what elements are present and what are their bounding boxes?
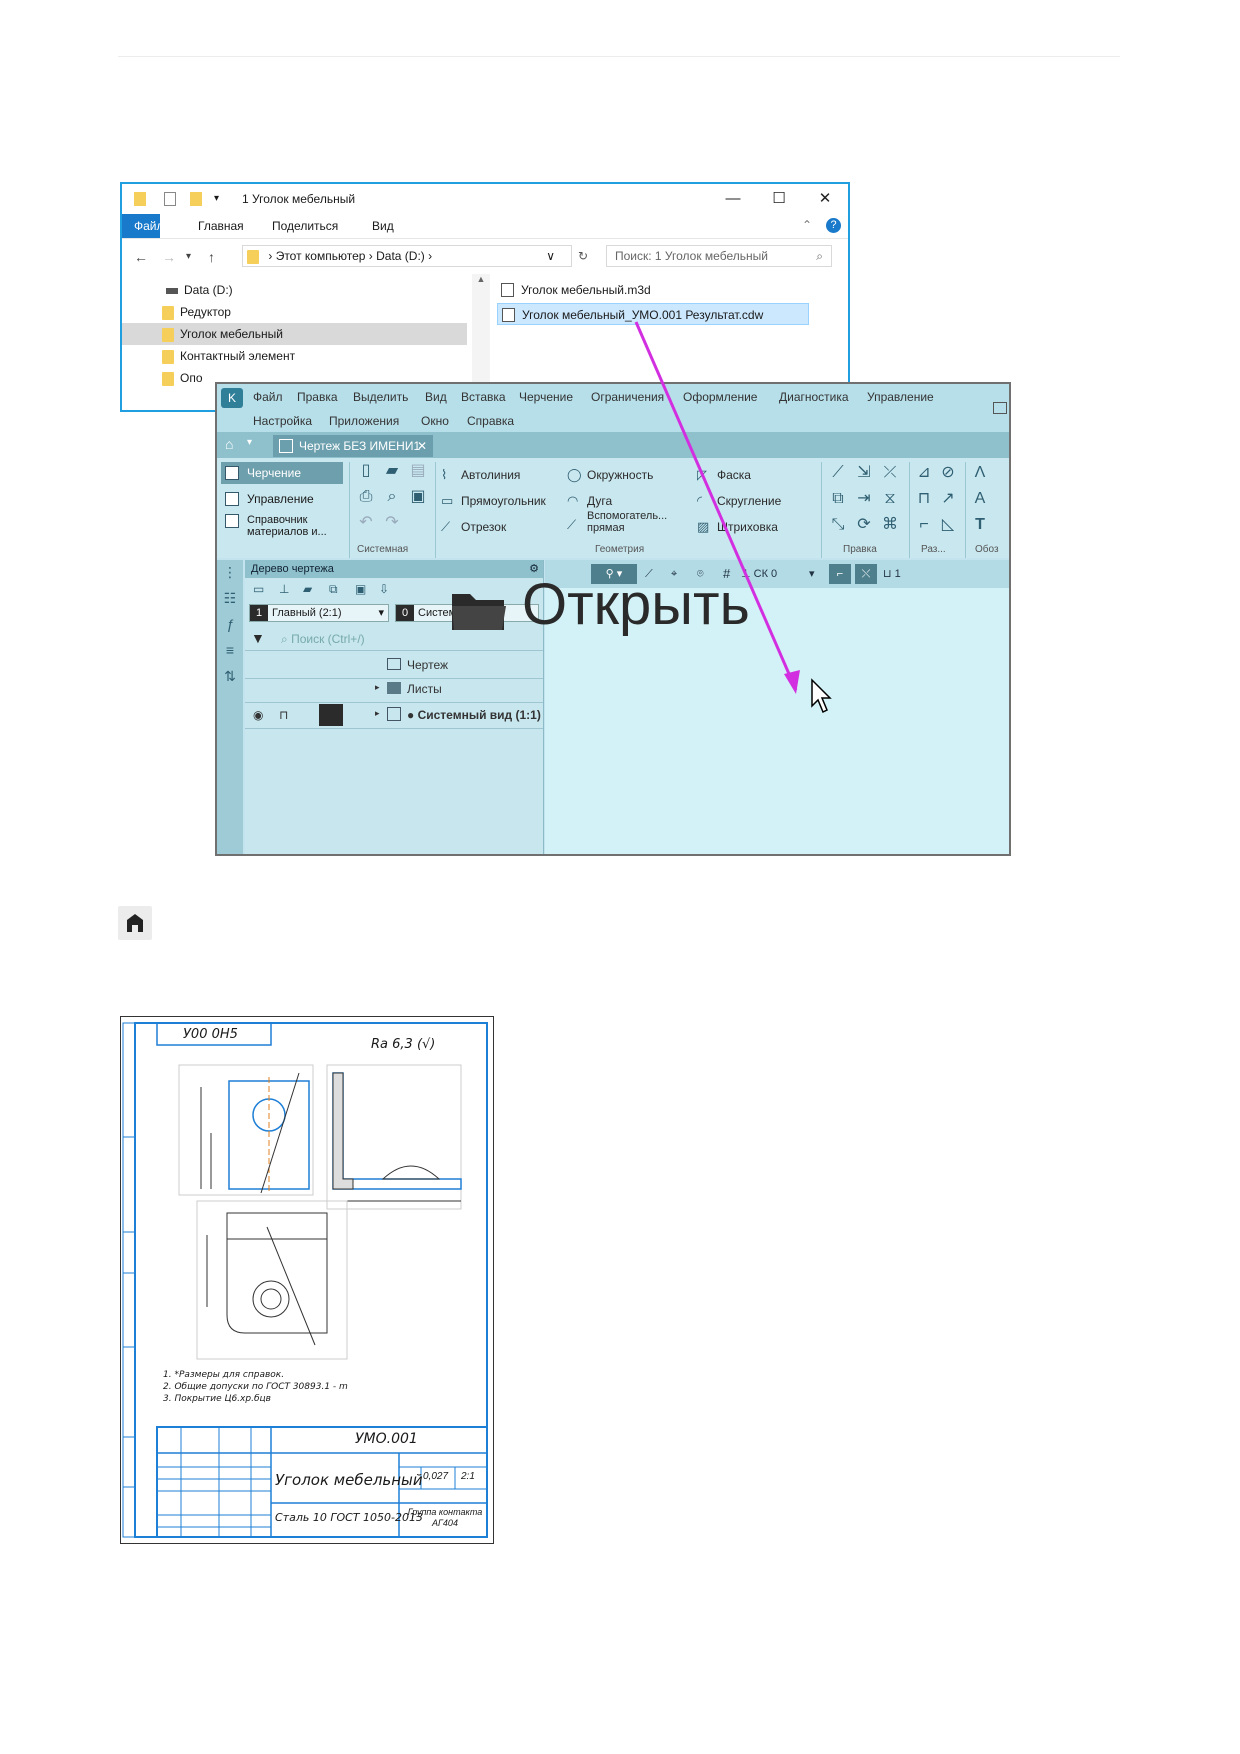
sheet-stamp-top: У00 0Н5 (183, 1027, 238, 1042)
drawing-sheet-svg (122, 1022, 488, 1538)
drag-arrow-head (784, 670, 800, 694)
drawing-sheet-preview: У00 0Н5 Ra 6,3 (√) 1. *Размеры для справ… (120, 1016, 494, 1544)
home-button[interactable] (118, 906, 152, 940)
designation: УМО.001 (355, 1431, 418, 1447)
home-icon (127, 914, 143, 932)
drag-arrow-line (634, 321, 798, 691)
material: Сталь 10 ГОСТ 1050-2013 (275, 1511, 423, 1524)
organization: Группа контакта АГ404 (407, 1507, 483, 1528)
technical-notes: 1. *Размеры для справок. 2. Общие допуск… (163, 1370, 348, 1404)
roughness-mark: Ra 6,3 (√) (371, 1037, 436, 1052)
scale-value: 2:1 (461, 1471, 475, 1482)
mouse-cursor-icon (811, 678, 832, 714)
mass-value: 0,027 (423, 1471, 449, 1482)
part-name: Уголок мебельный (275, 1471, 423, 1489)
